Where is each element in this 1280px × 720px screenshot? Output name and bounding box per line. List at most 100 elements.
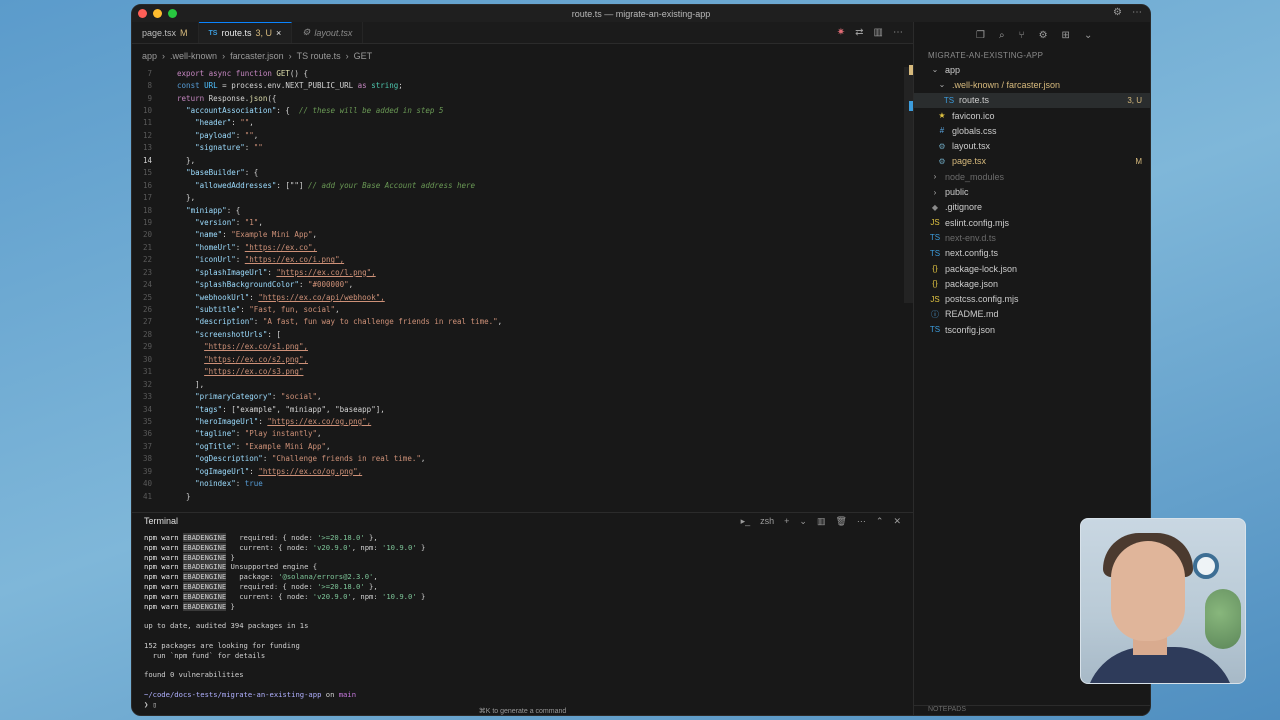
code-line[interactable]: 19 "version": "1",: [132, 216, 913, 228]
notepads-section[interactable]: NOTEPADS: [914, 705, 1150, 715]
explorer-item[interactable]: # globals.css: [914, 123, 1150, 138]
code-line[interactable]: 11 "header": "",: [132, 117, 913, 129]
extensions-icon[interactable]: ⊞: [1062, 30, 1070, 41]
git-icon: ◆: [931, 202, 939, 212]
code-line[interactable]: 21 "homeUrl": "https://ex.co",: [132, 241, 913, 253]
code-line[interactable]: 27 "description": "A fast, fun way to ch…: [132, 316, 913, 328]
line-number: 25: [142, 292, 152, 302]
code-line[interactable]: 23 "splashImageUrl": "https://ex.co/l.pn…: [132, 266, 913, 278]
code-line[interactable]: 18 "miniapp": {: [132, 204, 913, 216]
more-actions-icon[interactable]: ⋯: [893, 27, 903, 38]
code-line[interactable]: 30 "https://ex.co/s2.png",: [132, 353, 913, 365]
code-line[interactable]: 31 "https://ex.co/s3.png": [132, 366, 913, 378]
explorer-item[interactable]: TS next.config.ts: [914, 246, 1150, 261]
explorer-header[interactable]: MIGRATE-AN-EXISTING-APP: [914, 48, 1150, 62]
breadcrumb-item[interactable]: .well-known: [170, 51, 217, 61]
explorer-item[interactable]: {} package-lock.json: [914, 261, 1150, 276]
code-line[interactable]: 17 },: [132, 191, 913, 203]
settings-gear-icon[interactable]: ⚙: [1113, 7, 1122, 18]
explorer-item[interactable]: › public: [914, 184, 1150, 199]
terminal-output[interactable]: npm warn EBADENGINE required: { node: '>…: [132, 529, 913, 709]
explorer-item[interactable]: › node_modules: [914, 169, 1150, 184]
new-terminal-icon[interactable]: +: [784, 516, 789, 526]
terminal-shell-label[interactable]: zsh: [760, 516, 774, 526]
breadcrumb: app › .well-known › farcaster.json › TS rou…: [142, 51, 373, 61]
breadcrumb-item[interactable]: app: [142, 51, 157, 61]
code-line[interactable]: 29 "https://ex.co/s1.png",: [132, 341, 913, 353]
more-icon[interactable]: ⋯: [1132, 7, 1142, 18]
code-line[interactable]: 20 "name": "Example Mini App",: [132, 229, 913, 241]
code-line[interactable]: 33 "primaryCategory": "social",: [132, 390, 913, 402]
code-line[interactable]: 34 "tags": ["example", "miniapp", "basea…: [132, 403, 913, 415]
hash-icon: #: [939, 126, 945, 136]
modified-badge: M: [180, 27, 188, 38]
chevron-down-icon[interactable]: ⌄: [1084, 30, 1092, 41]
code-text: return Response.json({: [177, 93, 277, 103]
code-line[interactable]: 13 "signature": "": [132, 142, 913, 154]
maximize-panel-icon[interactable]: ⌃: [876, 516, 884, 527]
code-line[interactable]: 26 "subtitle": "Fast, fun, social",: [132, 303, 913, 315]
explorer-item[interactable]: ⚙ page.tsx M: [914, 154, 1150, 169]
explorer-item[interactable]: {} package.json: [914, 276, 1150, 291]
code-line[interactable]: 22 "iconUrl": "https://ex.co/i.png",: [132, 254, 913, 266]
explorer-item[interactable]: ⌄ .well-known / farcaster.json: [914, 77, 1150, 92]
code-line[interactable]: 15 "baseBuilder": {: [132, 167, 913, 179]
code-line[interactable]: 16 "allowedAddresses": [""] // add your …: [132, 179, 913, 191]
code-line[interactable]: 35 "heroImageUrl": "https://ex.co/og.png…: [132, 415, 913, 427]
split-terminal-icon[interactable]: ▥: [817, 516, 826, 527]
code-line[interactable]: 38 "ogDescription": "Challenge friends i…: [132, 453, 913, 465]
line-number: 27: [142, 317, 152, 327]
close-panel-icon[interactable]: ✕: [893, 516, 901, 527]
explorer-icon[interactable]: ❐: [976, 30, 985, 41]
code-line[interactable]: 24 "splashBackgroundColor": "#000000",: [132, 278, 913, 290]
breadcrumb-item[interactable]: TS route.ts: [297, 51, 341, 61]
code-line[interactable]: 25 "webhookUrl": "https://ex.co/api/webh…: [132, 291, 913, 303]
debug-icon[interactable]: ✷: [837, 27, 845, 38]
code-line[interactable]: 39 "ogImageUrl": "https://ex.co/og.png",: [132, 465, 913, 477]
tab-page-tsx[interactable]: page.tsx M: [132, 22, 199, 43]
breadcrumb-item[interactable]: GET: [354, 51, 373, 61]
debug-icon[interactable]: ⚙: [1039, 30, 1048, 41]
code-line[interactable]: 9 return Response.json({: [132, 92, 913, 104]
source-control-icon[interactable]: ⑂: [1019, 30, 1025, 41]
search-icon[interactable]: ⌕: [999, 30, 1005, 41]
code-line[interactable]: 14 },: [132, 154, 913, 166]
code-editor[interactable]: 7 export async function GET() {8 const U…: [132, 67, 913, 507]
explorer-item[interactable]: ⓘ README.md: [914, 307, 1150, 322]
tab-layout-tsx[interactable]: ⚙ layout.tsx: [292, 22, 364, 43]
explorer-item[interactable]: ⚙ layout.tsx: [914, 138, 1150, 153]
close-tab-icon[interactable]: ×: [276, 28, 281, 38]
more-icon[interactable]: ⋯: [857, 516, 866, 527]
explorer-item[interactable]: TS route.ts 3, U: [914, 92, 1150, 108]
explorer-item[interactable]: TS next-env.d.ts: [914, 230, 1150, 245]
code-line[interactable]: 12 "payload": "",: [132, 129, 913, 141]
explorer-item[interactable]: JS postcss.config.mjs: [914, 291, 1150, 306]
code-line[interactable]: 32 ],: [132, 378, 913, 390]
chevron-down-icon[interactable]: ⌄: [799, 516, 807, 527]
code-line[interactable]: 41 }: [132, 490, 913, 502]
compare-icon[interactable]: ⇄: [855, 27, 863, 38]
explorer-item[interactable]: ⌄ app: [914, 62, 1150, 77]
trash-icon[interactable]: 🗑: [835, 516, 846, 527]
split-editor-icon[interactable]: ▥: [874, 27, 883, 38]
breadcrumb-item[interactable]: farcaster.json: [230, 51, 284, 61]
terminal-line: run `npm fund` for details: [144, 650, 266, 660]
tab-route-ts[interactable]: TS route.ts 3, U ×: [198, 22, 293, 43]
explorer-item[interactable]: ◆ .gitignore: [914, 200, 1150, 215]
code-line[interactable]: 7 export async function GET() {: [132, 67, 913, 79]
code-line[interactable]: 40 "noindex": true: [132, 477, 913, 489]
line-number: 32: [142, 379, 152, 389]
explorer-item-label: package.json: [945, 278, 999, 289]
code-text: "tags": ["example", "miniapp", "baseapp"…: [195, 404, 385, 414]
line-number: 16: [142, 180, 152, 190]
code-line[interactable]: 36 "tagline": "Play instantly",: [132, 428, 913, 440]
code-line[interactable]: 10 "accountAssociation": { // these will…: [132, 104, 913, 116]
code-line[interactable]: 8 const URL = process.env.NEXT_PUBLIC_UR…: [132, 79, 913, 91]
explorer-item[interactable]: TS tsconfig.json: [914, 322, 1150, 337]
terminal-tab[interactable]: Terminal: [144, 516, 178, 526]
explorer-item[interactable]: JS eslint.config.mjs: [914, 215, 1150, 230]
line-number: 30: [142, 354, 152, 364]
explorer-item[interactable]: ★ favicon.ico: [914, 108, 1150, 123]
code-line[interactable]: 28 "screenshotUrls": [: [132, 328, 913, 340]
code-line[interactable]: 37 "ogTitle": "Example Mini App",: [132, 440, 913, 452]
